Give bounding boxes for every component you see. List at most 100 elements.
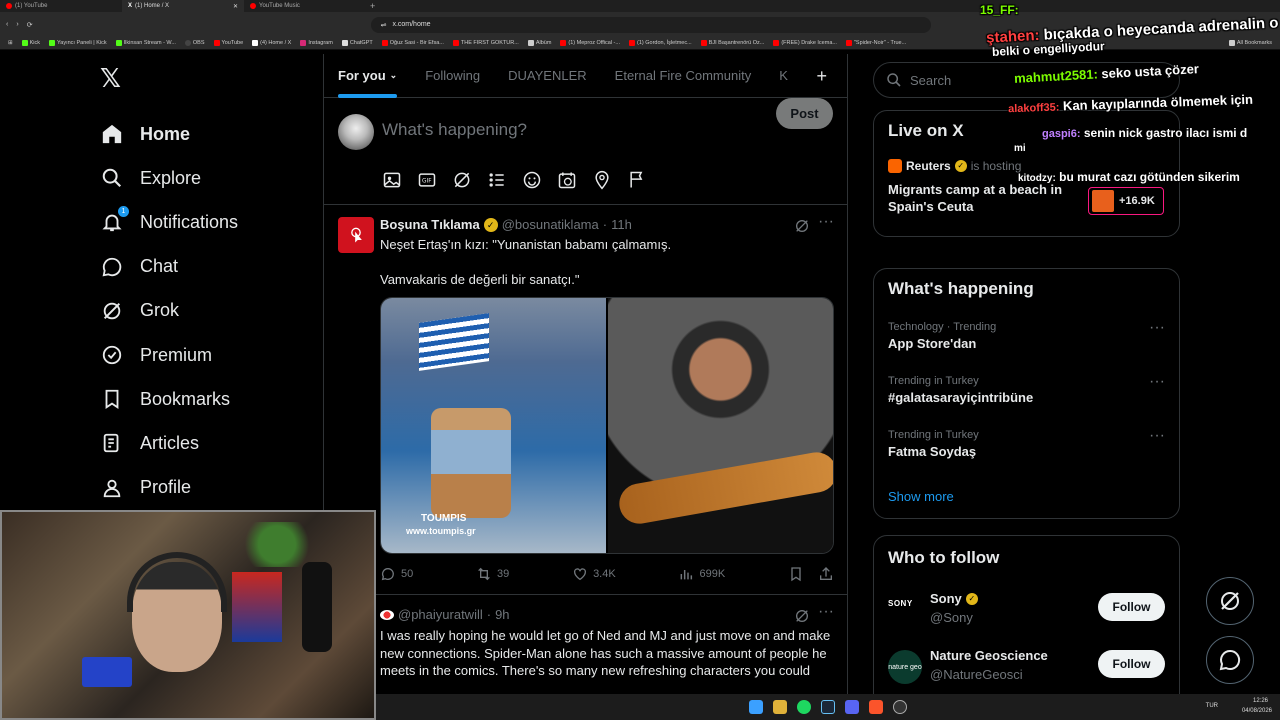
follow-button[interactable]: Follow xyxy=(1098,593,1165,621)
bookmark-tweet-icon[interactable] xyxy=(788,566,804,582)
keychain-photo[interactable]: TOUMPIS www.toumpis.gr xyxy=(381,298,606,553)
back-icon[interactable]: ‹ xyxy=(6,21,8,28)
new-tab-icon[interactable]: + xyxy=(370,1,375,11)
grok-tweet-icon[interactable] xyxy=(794,218,810,239)
tab-eternal-fire[interactable]: Eternal Fire Community xyxy=(601,54,766,98)
follow-suggestion[interactable]: SONY Sony ✓ @Sony Follow xyxy=(888,591,1166,631)
apps-icon[interactable]: ⊞ xyxy=(8,40,13,46)
messages-float-button[interactable] xyxy=(1206,636,1254,684)
forward-icon[interactable]: › xyxy=(16,21,18,28)
sidebar-item-notifications[interactable]: 1 Notifications xyxy=(100,200,320,244)
user-avatar[interactable] xyxy=(338,114,374,150)
trend-more-icon[interactable]: ··· xyxy=(1149,319,1165,337)
more-options-icon[interactable]: ··· xyxy=(818,603,834,621)
file-explorer-icon[interactable] xyxy=(773,700,787,714)
obs-icon[interactable] xyxy=(893,700,907,714)
follow-button[interactable]: Follow xyxy=(1098,650,1165,678)
bookmark-item[interactable]: OBS xyxy=(184,40,205,46)
gif-icon[interactable]: GIF xyxy=(417,170,437,190)
like-button[interactable]: 3.4K xyxy=(572,566,616,582)
tweet-avatar[interactable] xyxy=(338,217,374,253)
tab-for-you[interactable]: For you ⌄ xyxy=(324,54,411,98)
trend-more-icon[interactable]: ··· xyxy=(1149,427,1165,445)
musician-photo[interactable] xyxy=(606,298,833,553)
bookmark-item[interactable]: Albüm xyxy=(527,40,551,46)
browser-tab-youtube-music[interactable]: YouTube Music xyxy=(244,0,366,12)
url-bar[interactable]: ⇌ x.com/home xyxy=(370,16,931,33)
bookmark-item[interactable]: "Spider-Noir" - True... xyxy=(845,40,906,46)
share-icon[interactable] xyxy=(818,566,834,582)
brave-icon[interactable] xyxy=(869,700,883,714)
follow-suggestion[interactable]: nature geo Nature Geoscience @NatureGeos… xyxy=(888,648,1166,688)
discord-icon[interactable] xyxy=(845,700,859,714)
bookmark-item[interactable]: Instagram xyxy=(300,40,333,46)
more-options-icon[interactable]: ··· xyxy=(818,213,834,231)
steam-icon[interactable] xyxy=(821,700,835,714)
tweet-author-name[interactable]: Boşuna Tıklama xyxy=(380,217,480,232)
spotify-icon[interactable] xyxy=(797,700,811,714)
tweet[interactable]: Boşuna Tıklama ✓ @bosunatiklama · 11h ··… xyxy=(324,205,847,595)
bookmark-item[interactable]: (4) Home / X xyxy=(252,40,291,46)
post-button[interactable]: Post xyxy=(776,98,833,129)
trend-item[interactable]: Trending in Turkey #galatasarayiçintribü… xyxy=(874,373,1179,427)
trend-item[interactable]: Technology · Trending App Store'dan ··· xyxy=(874,319,1179,373)
bookmark-item[interactable]: THE FIRST GOKTUR... xyxy=(452,40,519,46)
tweet-time[interactable]: 9h xyxy=(495,607,509,622)
trend-item[interactable]: Trending in Turkey Fatma Soydaş ··· xyxy=(874,427,1179,481)
tray-time[interactable]: 12:26 xyxy=(1253,698,1268,704)
chat-icon xyxy=(100,255,124,279)
views-button[interactable]: 699K xyxy=(678,566,725,582)
bookmark-item[interactable]: Oğuz Sasi - Bir Efsa... xyxy=(381,40,444,46)
verified-gold-icon: ✓ xyxy=(954,160,967,172)
sidebar-item-profile[interactable]: Profile xyxy=(100,466,320,510)
sidebar-item-grok[interactable]: Grok xyxy=(100,289,320,333)
tab-duayenler[interactable]: DUAYENLER xyxy=(494,54,601,98)
tray-date[interactable]: 04/08/2026 xyxy=(1242,708,1272,714)
grok-tweet-icon[interactable] xyxy=(794,608,810,629)
grok-compose-icon[interactable] xyxy=(452,170,472,190)
reply-button[interactable]: 50 xyxy=(380,566,413,582)
tweet-media[interactable]: TOUMPIS www.toumpis.gr xyxy=(380,297,834,554)
trend-more-icon[interactable]: ··· xyxy=(1149,373,1165,391)
bookmark-item[interactable]: Yayıncı Paneli | Kick xyxy=(49,40,107,46)
flag-icon[interactable] xyxy=(627,170,647,190)
sony-logo: SONY xyxy=(888,599,913,608)
sidebar-item-explore[interactable]: Explore xyxy=(100,156,320,200)
bookmark-item[interactable]: (1) Meproz Offical -... xyxy=(560,40,620,46)
repost-button[interactable]: 39 xyxy=(476,566,509,582)
sidebar-item-home[interactable]: Home xyxy=(100,112,320,156)
poll-icon[interactable] xyxy=(487,170,507,190)
sidebar-item-articles[interactable]: Articles xyxy=(100,421,320,465)
add-tab-icon[interactable]: + xyxy=(816,66,827,87)
sidebar-item-bookmarks[interactable]: Bookmarks xyxy=(100,377,320,421)
reload-icon[interactable]: ⟳ xyxy=(27,21,33,29)
browser-tab-x[interactable]: X (1) Home / X ✕ xyxy=(122,0,244,12)
x-logo-icon[interactable]: 𝕏 xyxy=(100,64,121,94)
tweet-handle[interactable]: @bosunatiklama xyxy=(502,217,599,232)
emoji-icon[interactable] xyxy=(522,170,542,190)
tray-lang[interactable]: TUR xyxy=(1206,703,1218,709)
tweet-time[interactable]: 11h xyxy=(611,217,632,232)
compose-toolbar: GIF xyxy=(382,170,647,190)
browser-tab-youtube[interactable]: (1) YouTube xyxy=(0,0,122,12)
grok-float-button[interactable] xyxy=(1206,577,1254,625)
start-icon[interactable] xyxy=(749,700,763,714)
bookmark-item[interactable]: Kick xyxy=(21,40,40,46)
sidebar-item-chat[interactable]: Chat xyxy=(100,245,320,289)
bookmark-item[interactable]: ChatGPT xyxy=(341,40,373,46)
compose-input[interactable]: What's happening? xyxy=(382,120,527,140)
location-icon[interactable] xyxy=(592,170,612,190)
bookmark-item[interactable]: BJI Başantrenörü Oz... xyxy=(700,40,764,46)
bookmark-item[interactable]: Ilkinsan Stream - W... xyxy=(115,40,176,46)
bookmark-item[interactable]: (FREE) Drake Icema... xyxy=(773,40,837,46)
sidebar-item-premium[interactable]: Premium xyxy=(100,333,320,377)
tab-following[interactable]: Following xyxy=(411,54,494,98)
tweet-handle[interactable]: @phaiyuratwill xyxy=(398,607,483,622)
bookmark-item[interactable]: YouTube xyxy=(213,40,243,46)
show-more-link[interactable]: Show more xyxy=(888,489,954,504)
schedule-icon[interactable] xyxy=(557,170,577,190)
media-icon[interactable] xyxy=(382,170,402,190)
close-tab-icon[interactable]: ✕ xyxy=(233,3,238,10)
bookmark-item[interactable]: (1) Gordon, İşletmec... xyxy=(628,40,692,46)
tab-partial[interactable]: K xyxy=(765,54,788,98)
